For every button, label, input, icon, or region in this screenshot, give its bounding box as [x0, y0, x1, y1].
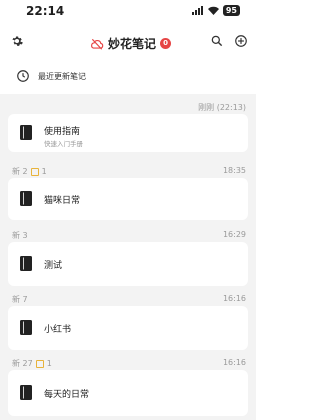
group-header: 新 7 16:16: [8, 292, 248, 306]
app-title: 妙花笔记: [108, 37, 157, 51]
note-card-test[interactable]: 测试: [8, 242, 248, 286]
group-time: 16:29: [222, 230, 246, 239]
group-time: 刚刚 (22:13): [198, 103, 246, 112]
note-subtitle: 快速入门手册: [44, 140, 83, 148]
notebook-icon: [20, 191, 32, 206]
wifi-icon: [207, 6, 219, 15]
search-icon[interactable]: [210, 34, 224, 48]
clock-icon: [17, 70, 29, 82]
recent-updates-row[interactable]: 最近更新笔记: [0, 60, 256, 94]
group-square-count: 1: [41, 167, 47, 176]
status-bar: 22:14 95: [0, 0, 256, 22]
group-header: 新 27 1 16:16: [8, 356, 248, 370]
note-title: 猫咪日常: [44, 196, 81, 206]
notebook-icon: [20, 125, 32, 140]
note-card-daily[interactable]: 每天的日常: [8, 370, 248, 416]
note-card-xiaohongshu[interactable]: 小红书: [8, 306, 248, 350]
group-square-count: 1: [46, 359, 52, 368]
group-new-count: 新 2: [12, 167, 28, 176]
note-title: 每天的日常: [44, 390, 90, 400]
note-title: 测试: [44, 261, 63, 271]
app-header: 妙花笔记 0: [0, 30, 256, 56]
recent-updates-label: 最近更新笔记: [38, 72, 86, 81]
add-circle-icon[interactable]: [234, 34, 248, 48]
group-time: 18:35: [222, 166, 246, 175]
group-header: 刚刚 (22:13): [8, 100, 248, 114]
group-time: 16:16: [222, 294, 246, 303]
notebook-icon: [20, 385, 32, 400]
note-title: 使用指南: [44, 127, 81, 137]
gear-icon[interactable]: [10, 34, 24, 48]
status-time: 22:14: [26, 4, 65, 18]
group-new-count: 新 3: [12, 231, 28, 240]
group-new-count: 新 27: [12, 359, 33, 368]
signal-icon: [191, 6, 203, 15]
notes-list[interactable]: 刚刚 (22:13) 使用指南 快速入门手册 新 2 1 18:35 猫咪日常 …: [0, 94, 256, 420]
group-time: 16:16: [222, 358, 246, 367]
group-header: 新 3 16:29: [8, 228, 248, 242]
app-title-group[interactable]: 妙花笔记 0: [90, 35, 172, 52]
cloud-off-icon: [91, 38, 104, 50]
note-card-cat[interactable]: 猫咪日常: [8, 178, 248, 220]
square-icon: [35, 359, 44, 368]
battery-indicator: 95: [222, 5, 240, 16]
square-icon: [30, 167, 39, 176]
notebook-icon: [20, 256, 32, 271]
group-header: 新 2 1 18:35: [8, 164, 248, 178]
group-new-count: 新 7: [12, 295, 28, 304]
notification-badge: 0: [160, 38, 172, 49]
note-card-guide[interactable]: 使用指南 快速入门手册: [8, 114, 248, 152]
notebook-icon: [20, 320, 32, 335]
system-icons: 95: [191, 5, 240, 16]
note-title: 小红书: [44, 325, 72, 335]
